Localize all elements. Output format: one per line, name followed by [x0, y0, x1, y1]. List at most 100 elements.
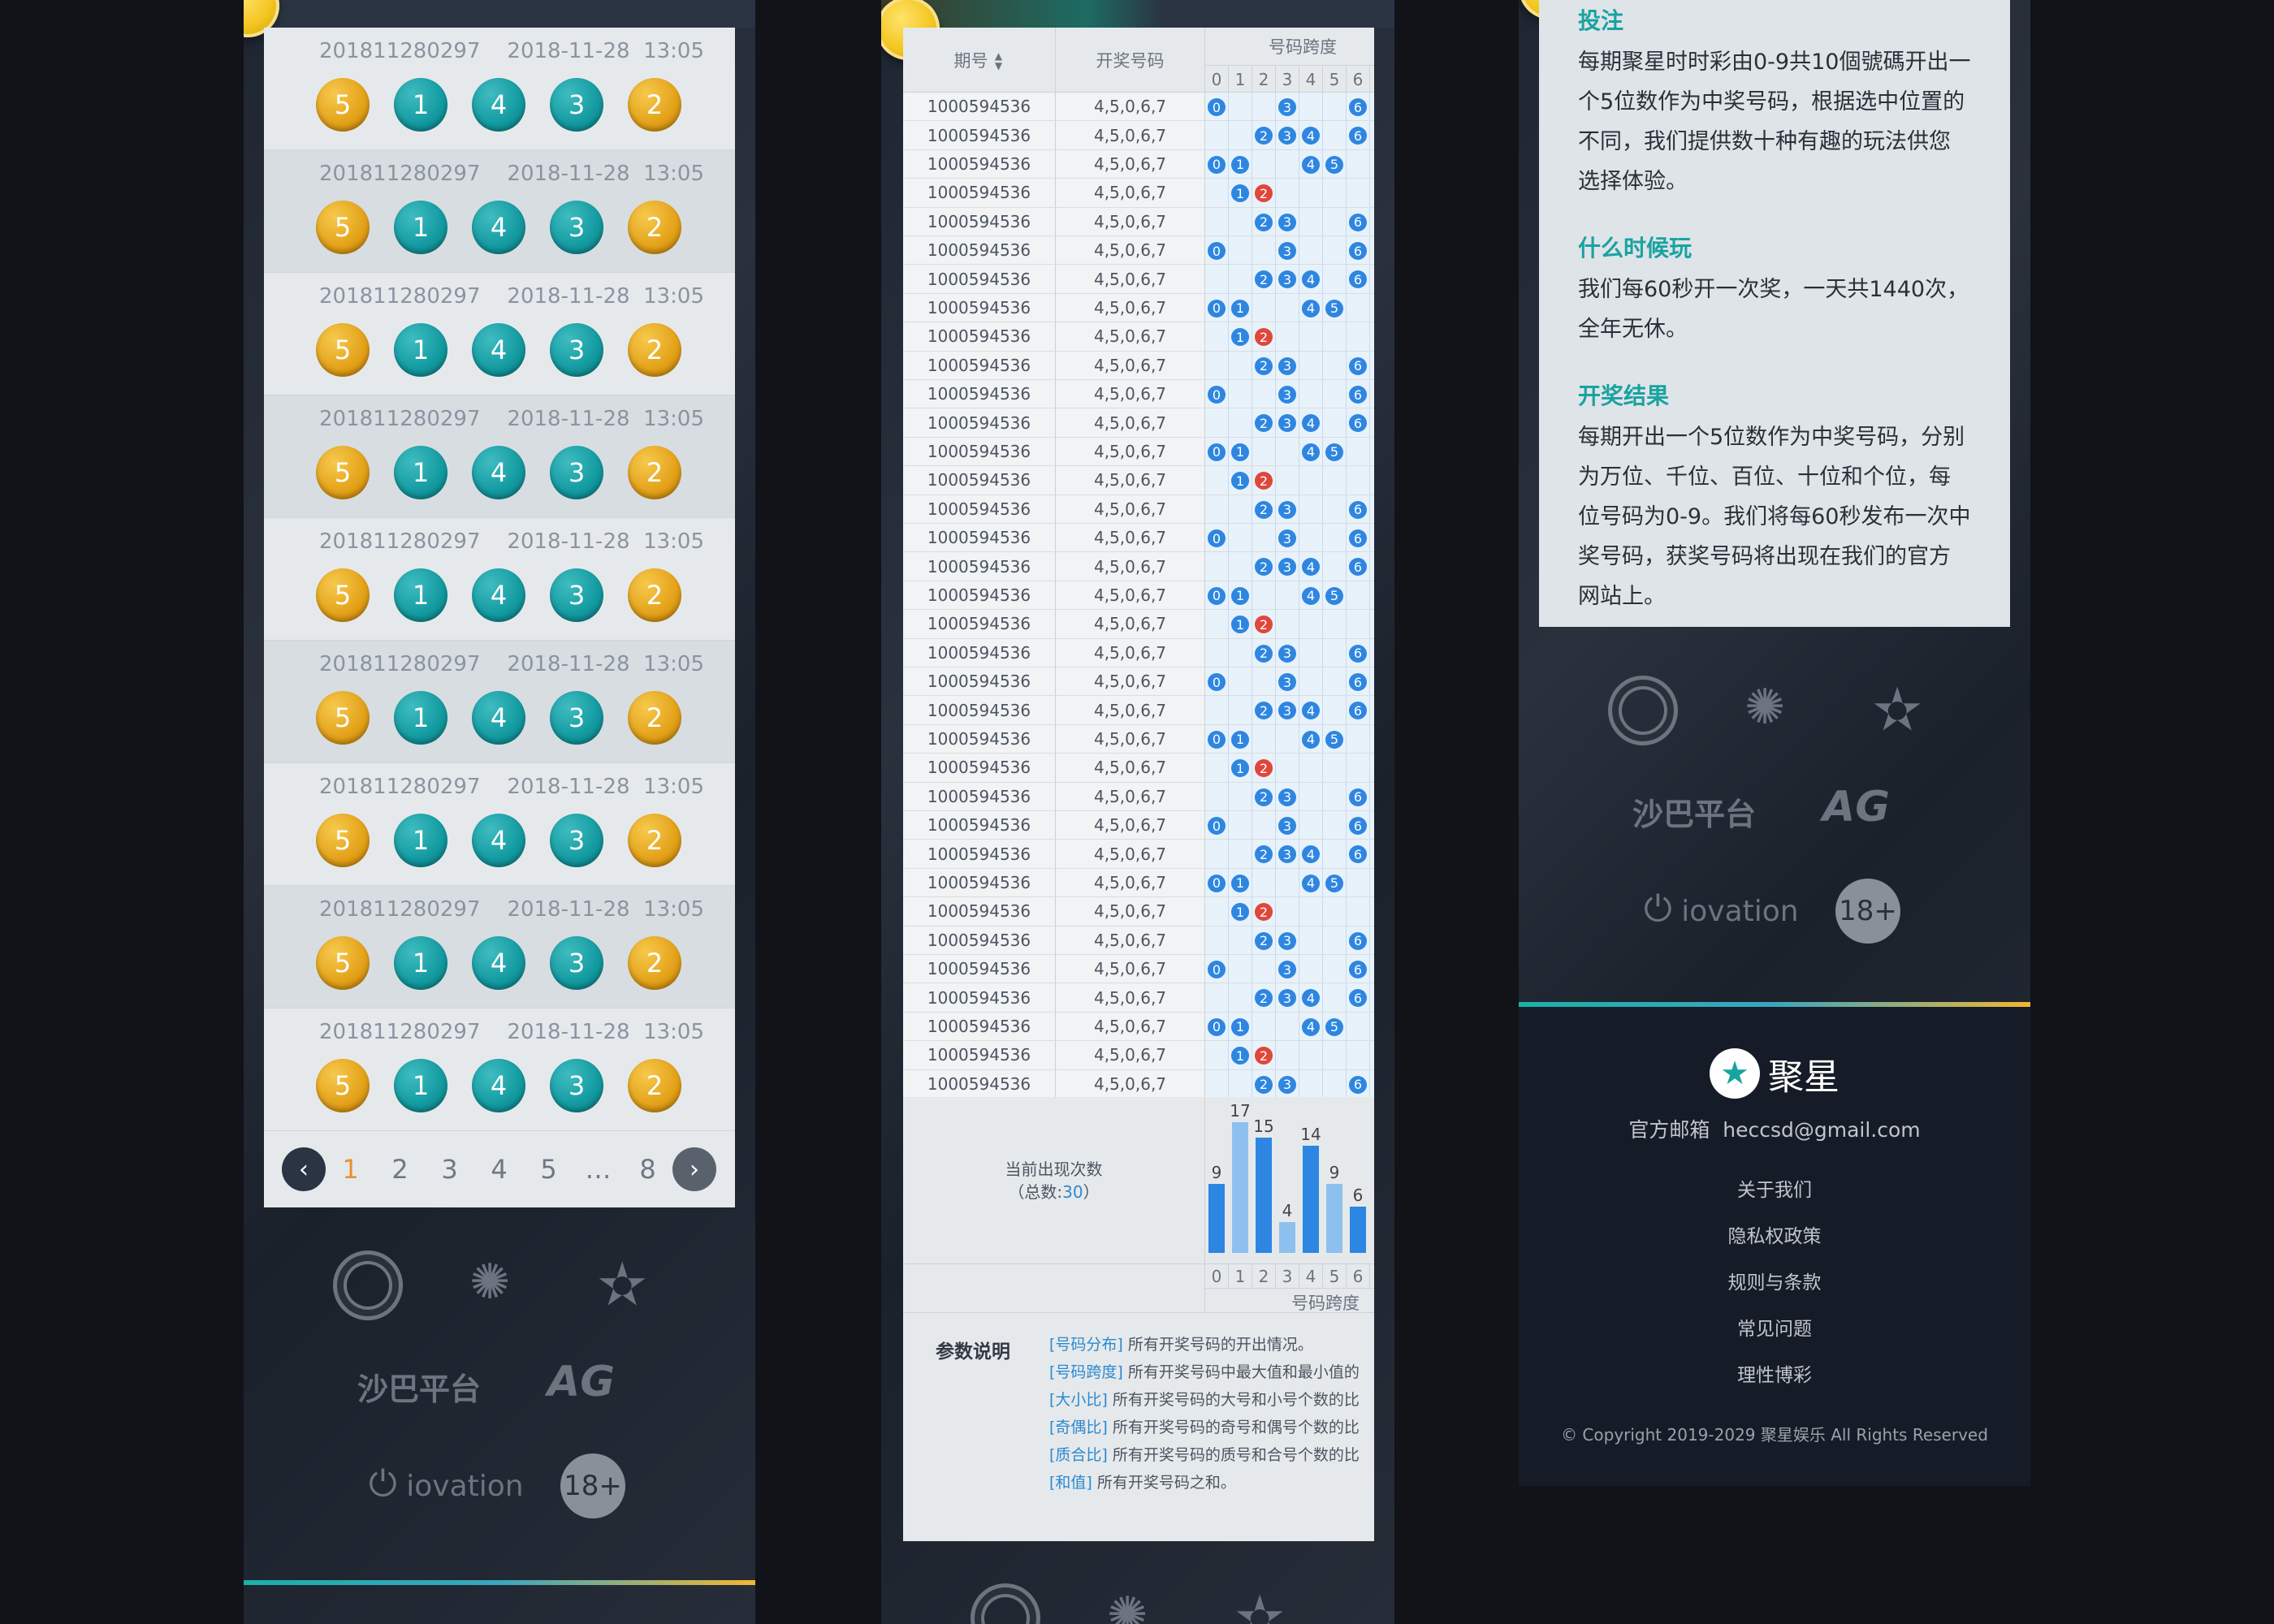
page-number[interactable]: 5: [524, 1154, 573, 1185]
footer-link[interactable]: 隐私权政策: [1519, 1220, 2030, 1267]
grid-cell: [1323, 380, 1347, 408]
page-number[interactable]: 2: [375, 1154, 425, 1185]
page-number[interactable]: …: [573, 1154, 623, 1185]
digit-dot: 1: [1231, 155, 1249, 174]
draw-datetime: 2018-11-28 13:05: [507, 529, 704, 559]
page-number[interactable]: 8: [623, 1154, 672, 1185]
history-row[interactable]: 201811280297 2018-11-28 13:05 5 1 4 3 2: [264, 886, 735, 1009]
trend-row[interactable]: 1000594536 4,5,0,6,7 0 3 6: [903, 955, 1374, 984]
trend-row[interactable]: 1000594536 4,5,0,6,7 2 3 4 6: [903, 983, 1374, 1013]
number-ball: 1: [394, 78, 447, 132]
trend-row[interactable]: 1000594536 4,5,0,6,7 0 1 4 5: [903, 293, 1374, 323]
trend-row[interactable]: 1000594536 4,5,0,6,7 1 2: [903, 466, 1374, 495]
history-row-head: 201811280297 2018-11-28 13:05: [264, 407, 735, 436]
trend-grid: 23 6: [1205, 782, 1374, 810]
trend-row[interactable]: 1000594536 4,5,0,6,7 2 3 6: [903, 926, 1374, 955]
seal-logo-icon: [971, 1583, 1040, 1624]
trend-row[interactable]: 1000594536 4,5,0,6,7 2 3 4 6: [903, 121, 1374, 150]
trend-row[interactable]: 1000594536 4,5,0,6,7 2 3 6: [903, 207, 1374, 236]
trend-row[interactable]: 1000594536 4,5,0,6,7 1 2: [903, 1041, 1374, 1070]
trend-row[interactable]: 1000594536 4,5,0,6,7 0 3 6: [903, 524, 1374, 553]
email-link[interactable]: heccsd@gmail.com: [1723, 1118, 1920, 1142]
trend-row[interactable]: 1000594536 4,5,0,6,7 2 3 6: [903, 782, 1374, 811]
total-value: 30: [1062, 1182, 1083, 1202]
trend-row[interactable]: 1000594536 4,5,0,6,7 0 1 4 5: [903, 149, 1374, 179]
page-number[interactable]: 4: [474, 1154, 524, 1185]
footer-link[interactable]: 常见问题: [1519, 1313, 2030, 1359]
number-balls: 51432: [264, 936, 735, 990]
grid-cell: [1229, 408, 1252, 437]
total-prefix: （总数:: [1008, 1182, 1063, 1202]
issue-number: 201811280297: [319, 162, 481, 186]
trend-row[interactable]: 1000594536 4,5,0,6,7 2 3 4 6: [903, 696, 1374, 725]
trend-issue: 1000594536: [903, 351, 1056, 379]
issue-header[interactable]: 期号 ▲▼: [903, 28, 1056, 93]
history-row[interactable]: 201811280297 2018-11-28 13:05 5 1 4 3 2: [264, 518, 735, 641]
grid-cell: [1205, 610, 1229, 638]
trend-row[interactable]: 1000594536 4,5,0,6,7 1 2: [903, 610, 1374, 639]
trend-row[interactable]: 1000594536 4,5,0,6,7 1 2: [903, 179, 1374, 208]
page-number[interactable]: 3: [425, 1154, 474, 1185]
history-row[interactable]: 201811280297 2018-11-28 13:05 5 1 4 3 2: [264, 150, 735, 273]
history-row[interactable]: 201811280297 2018-11-28 13:05 5 1 4 3 2: [264, 641, 735, 763]
trend-row[interactable]: 1000594536 4,5,0,6,7 2 3 6: [903, 351, 1374, 380]
sort-icon[interactable]: ▲▼: [993, 50, 1005, 70]
trend-row[interactable]: 1000594536 4,5,0,6,7 0 3 6: [903, 811, 1374, 840]
digit-dot: 3: [1278, 673, 1296, 691]
footer-link[interactable]: 理性博彩: [1519, 1359, 2030, 1406]
trend-row[interactable]: 1000594536 4,5,0,6,7 1 2: [903, 754, 1374, 783]
digit-dot: 5: [1325, 874, 1343, 892]
history-row[interactable]: 201811280297 2018-11-28 13:05 5 1 4 3 2: [264, 28, 735, 150]
trend-row[interactable]: 1000594536 4,5,0,6,7 2 3 4 6: [903, 840, 1374, 869]
trend-row[interactable]: 1000594536 4,5,0,6,7 2 3 6: [903, 495, 1374, 524]
trend-numbers: 4,5,0,6,7: [1056, 1069, 1205, 1098]
next-page-button[interactable]: ›: [672, 1147, 716, 1191]
trend-row[interactable]: 1000594536 4,5,0,6,7 0 1 4 5: [903, 437, 1374, 467]
trend-row[interactable]: 1000594536 4,5,0,6,7 0 1 4 5: [903, 1012, 1374, 1042]
trend-row[interactable]: 1000594536 4,5,0,6,7 1 2: [903, 322, 1374, 352]
param-key[interactable]: [号码分布]: [1049, 1336, 1123, 1354]
trend-issue: 1000594536: [903, 1012, 1056, 1041]
trend-row[interactable]: 1000594536 4,5,0,6,7 2 3 4 6: [903, 265, 1374, 294]
trend-row[interactable]: 1000594536 4,5,0,6,7 1 2: [903, 897, 1374, 926]
number-balls: 51432: [264, 568, 735, 622]
trend-row[interactable]: 1000594536 4,5,0,6,7 0 3 6: [903, 236, 1374, 266]
trend-numbers: 4,5,0,6,7: [1056, 179, 1205, 207]
trend-row[interactable]: 1000594536 4,5,0,6,7 0 3 6: [903, 380, 1374, 409]
param-key[interactable]: [大小比]: [1049, 1391, 1108, 1409]
copyright: © Copyright 2019-2029 聚星娱乐 All Rights Re…: [1561, 1425, 1988, 1445]
param-key[interactable]: [奇偶比]: [1049, 1419, 1108, 1436]
param-key[interactable]: [号码跨度]: [1049, 1363, 1123, 1381]
history-row[interactable]: 201811280297 2018-11-28 13:05 5 1 4 3 2: [264, 273, 735, 395]
history-row[interactable]: 201811280297 2018-11-28 13:05 5 1 4 3 2: [264, 395, 735, 518]
trend-grid: 2346: [1205, 840, 1374, 868]
trend-numbers: 4,5,0,6,7: [1056, 1041, 1205, 1069]
table-header: 期号 ▲▼ 开奖号码 号码跨度 0123456: [903, 28, 1374, 93]
grid-cell: [1347, 868, 1370, 897]
trend-row[interactable]: 1000594536 4,5,0,6,7 0 1 4 5: [903, 724, 1374, 754]
trend-row[interactable]: 1000594536 4,5,0,6,7 0 3 6: [903, 667, 1374, 697]
footer-link[interactable]: 关于我们: [1519, 1174, 2030, 1220]
trend-row[interactable]: 1000594536 4,5,0,6,7 2 3 6: [903, 1069, 1374, 1099]
page-number[interactable]: 1: [326, 1154, 375, 1185]
digit-dot: 5: [1325, 586, 1343, 605]
star-logo-icon: ✫: [598, 1250, 647, 1319]
prev-page-button[interactable]: ‹: [282, 1147, 326, 1191]
trend-row[interactable]: 1000594536 4,5,0,6,7 0 1 4 5: [903, 868, 1374, 898]
trend-row[interactable]: 1000594536 4,5,0,6,7 2 3 4 6: [903, 552, 1374, 581]
number-ball: 1: [394, 691, 447, 745]
grid-cell: [1252, 437, 1276, 466]
trend-row[interactable]: 1000594536 4,5,0,6,7 2 3 6: [903, 638, 1374, 667]
history-row[interactable]: 201811280297 2018-11-28 13:05 5 1 4 3 2: [264, 1009, 735, 1131]
draw-time: 13:05: [643, 39, 704, 63]
history-row-head: 201811280297 2018-11-28 13:05: [264, 652, 735, 681]
param-key[interactable]: [质合比]: [1049, 1446, 1108, 1464]
digit-dot: 2: [1255, 213, 1273, 231]
param-key[interactable]: [和值]: [1049, 1474, 1092, 1492]
trend-row[interactable]: 1000594536 4,5,0,6,7 0 1 4 5: [903, 581, 1374, 611]
history-row[interactable]: 201811280297 2018-11-28 13:05 5 1 4 3 2: [264, 763, 735, 886]
trend-row[interactable]: 1000594536 4,5,0,6,7 0 3 6: [903, 93, 1374, 122]
trend-row[interactable]: 1000594536 4,5,0,6,7 2 3 4 6: [903, 408, 1374, 438]
footer-link[interactable]: 规则与条款: [1519, 1267, 2030, 1313]
digit-dot: 4: [1302, 874, 1320, 892]
